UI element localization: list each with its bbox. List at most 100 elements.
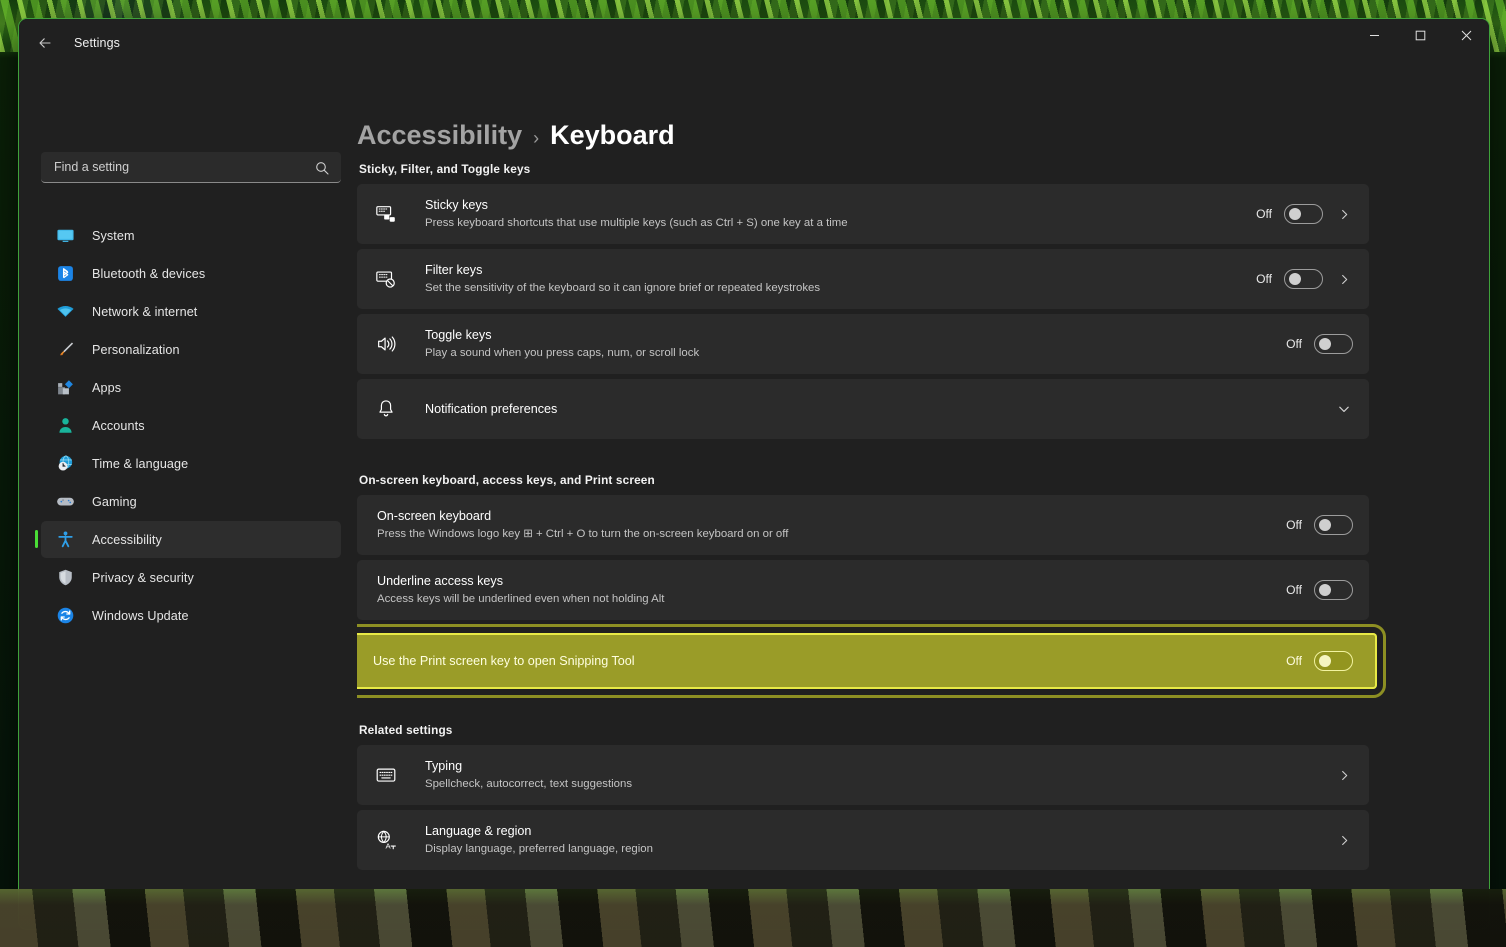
row-controls <box>1335 770 1353 781</box>
row-controls: Off <box>1286 334 1353 354</box>
monitor-icon <box>55 226 75 246</box>
sidebar-item-label: System <box>92 228 135 243</box>
toggle-keys-toggle[interactable] <box>1314 334 1353 354</box>
bluetooth-icon <box>55 264 75 284</box>
row-title: Underline access keys <box>377 573 503 588</box>
toggle-state-label: Off <box>1256 207 1272 221</box>
row-title: On-screen keyboard <box>377 508 492 523</box>
row-text-block: Language & region Display language, pref… <box>425 823 1319 858</box>
gamepad-icon <box>55 492 75 512</box>
window-controls <box>1351 19 1489 66</box>
chevron-right-icon[interactable] <box>1335 770 1353 781</box>
row-description: Press the Windows logo key ⊞ + Ctrl + O … <box>377 527 789 540</box>
sidebar-item-label: Privacy & security <box>92 570 194 585</box>
row-description: Access keys will be underlined even when… <box>377 592 665 605</box>
toggle-state-label: Off <box>1286 583 1302 597</box>
row-controls: Off <box>1256 269 1353 289</box>
row-on-screen-keyboard[interactable]: On-screen keyboard Press the Windows log… <box>357 495 1369 555</box>
row-title: Toggle keys <box>425 327 492 342</box>
row-controls: Off <box>1286 580 1353 600</box>
row-text-block: Notification preferences <box>425 401 1319 418</box>
row-sticky-keys[interactable]: Sticky keys Press keyboard shortcuts tha… <box>357 184 1369 244</box>
toggle-state-label: Off <box>1256 272 1272 286</box>
on-screen-keyboard-toggle[interactable] <box>1314 515 1353 535</box>
window-title: Settings <box>74 35 120 50</box>
sidebar-item-apps[interactable]: Apps <box>41 369 341 406</box>
sidebar-item-label: Gaming <box>92 494 137 509</box>
window-titlebar: Settings <box>19 19 1489 66</box>
row-filter-keys[interactable]: Filter keys Set the sensitivity of the k… <box>357 249 1369 309</box>
sticky-keys-toggle[interactable] <box>1284 204 1323 224</box>
chevron-right-icon[interactable] <box>1335 209 1353 220</box>
row-underline-access-keys[interactable]: Underline access keys Access keys will b… <box>357 560 1369 620</box>
toggle-state-label: Off <box>1286 518 1302 532</box>
minimize-button[interactable] <box>1351 19 1397 51</box>
underline-access-keys-toggle[interactable] <box>1314 580 1353 600</box>
row-description: Set the sensitivity of the keyboard so i… <box>425 281 821 294</box>
row-print-screen-snipping-tool[interactable]: Use the Print screen key to open Snippin… <box>357 624 1386 698</box>
row-notification-preferences[interactable]: Notification preferences <box>357 379 1369 439</box>
breadcrumb-parent[interactable]: Accessibility <box>357 120 522 151</box>
row-text-block: Typing Spellcheck, autocorrect, text sug… <box>425 758 1319 793</box>
sidebar-item-accessibility[interactable]: Accessibility <box>35 521 341 558</box>
row-title: Filter keys <box>425 262 483 277</box>
back-arrow-icon[interactable] <box>28 28 62 58</box>
speaker-sound-icon <box>373 331 399 357</box>
sidebar-item-label: Windows Update <box>92 608 189 623</box>
toggle-state-label: Off <box>1286 654 1302 668</box>
chevron-right-icon[interactable] <box>1335 835 1353 846</box>
chevron-right-icon[interactable] <box>1335 274 1353 285</box>
search-icon[interactable] <box>311 157 333 179</box>
sidebar-item-label: Bluetooth & devices <box>92 266 206 281</box>
row-text-block: Use the Print screen key to open Snippin… <box>373 653 1270 670</box>
paintbrush-icon <box>55 340 75 360</box>
row-controls: Off <box>1286 651 1353 671</box>
sidebar-item-label: Network & internet <box>92 304 198 319</box>
row-controls <box>1335 835 1353 846</box>
content-scroll-area[interactable]: Accessibility › Keyboard Sticky, Filter,… <box>357 66 1489 929</box>
row-description: Play a sound when you press caps, num, o… <box>425 346 700 359</box>
print-screen-snipping-tool-toggle[interactable] <box>1314 651 1353 671</box>
row-description: Display language, preferred language, re… <box>425 842 653 855</box>
filter-keys-keyboard-icon <box>373 266 399 292</box>
row-typing[interactable]: Typing Spellcheck, autocorrect, text sug… <box>357 745 1369 805</box>
section-title-onscreen-keyboard: On-screen keyboard, access keys, and Pri… <box>359 473 655 487</box>
sidebar-item-personalization[interactable]: Personalization <box>41 331 341 368</box>
sidebar-item-system[interactable]: System <box>41 217 341 254</box>
accessibility-icon <box>55 530 75 550</box>
window-body: System Bluetooth & devices <box>19 66 1489 929</box>
content-inner: Accessibility › Keyboard Sticky, Filter,… <box>357 120 1386 901</box>
row-toggle-keys[interactable]: Toggle keys Play a sound when you press … <box>357 314 1369 374</box>
search-input[interactable] <box>41 152 341 183</box>
shield-icon <box>55 568 75 588</box>
row-controls: Off <box>1286 515 1353 535</box>
sidebar-item-gaming[interactable]: Gaming <box>41 483 341 520</box>
row-description: Spellcheck, autocorrect, text suggestion… <box>425 777 633 790</box>
sidebar-item-network-internet[interactable]: Network & internet <box>41 293 341 330</box>
chevron-down-icon[interactable] <box>1335 403 1353 415</box>
row-language-region[interactable]: A Language & region Display language, pr… <box>357 810 1369 870</box>
settings-window: Settings Find a setting System Bluetooth… <box>18 18 1490 930</box>
bell-icon <box>373 396 399 422</box>
filter-keys-toggle[interactable] <box>1284 269 1323 289</box>
toggle-state-label: Off <box>1286 337 1302 351</box>
maximize-button[interactable] <box>1397 19 1443 51</box>
apps-icon <box>55 378 75 398</box>
row-controls <box>1335 403 1353 415</box>
row-text-block: Sticky keys Press keyboard shortcuts tha… <box>425 197 1240 232</box>
keyboard-icon <box>373 762 399 788</box>
globe-language-icon: A <box>373 827 399 853</box>
wifi-icon <box>55 302 75 322</box>
close-button[interactable] <box>1443 19 1489 51</box>
sidebar-item-bluetooth-devices[interactable]: Bluetooth & devices <box>41 255 341 292</box>
sidebar-item-privacy-security[interactable]: Privacy & security <box>41 559 341 596</box>
update-refresh-icon <box>55 606 75 626</box>
sidebar-item-time-language[interactable]: Time & language <box>41 445 341 482</box>
row-description: Press keyboard shortcuts that use multip… <box>425 216 848 229</box>
sidebar-item-label: Apps <box>92 380 122 395</box>
sidebar-item-accounts[interactable]: Accounts <box>41 407 341 444</box>
sidebar-item-label: Accessibility <box>92 532 162 547</box>
sidebar-item-label: Time & language <box>92 456 189 471</box>
sidebar-item-windows-update[interactable]: Windows Update <box>41 597 341 634</box>
row-title: Notification preferences <box>425 401 558 416</box>
